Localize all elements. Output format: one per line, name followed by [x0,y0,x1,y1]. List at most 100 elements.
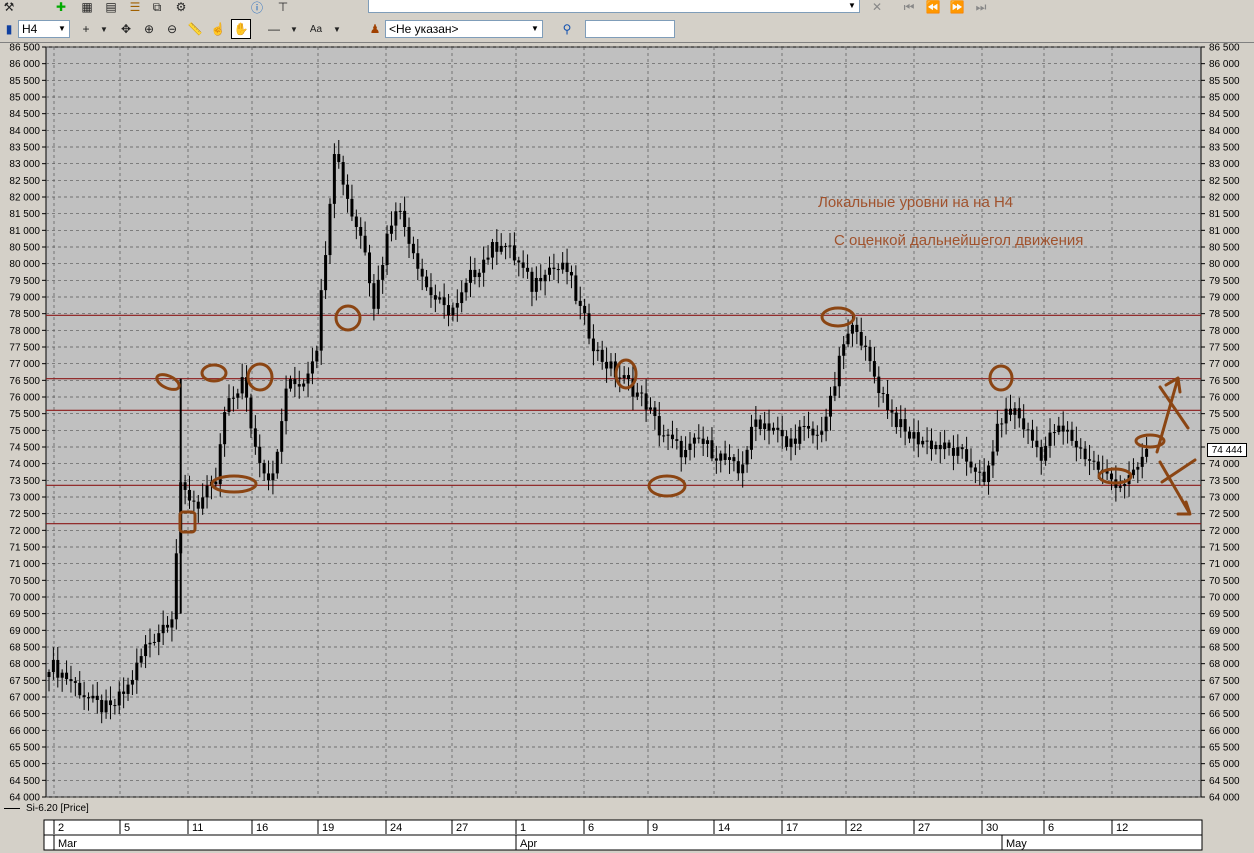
dropdown-arrow-icon[interactable]: ▼ [95,20,113,38]
x-tick-label: 27 [456,822,468,834]
price-chart[interactable]: 86 500 86 000 85 500 85 000 84 500 84 000 83 5… [0,42,1254,853]
candle-body [842,344,846,356]
candle-body [565,262,569,272]
y-tick-label: 67 500 [9,676,40,687]
y-tick-label: 65 500 [1209,743,1240,754]
candle-body [815,434,819,436]
next-icon[interactable]: ⏩ [948,0,966,16]
candle-body [297,384,301,387]
y-tick-label: 75 500 [1209,409,1240,420]
list-icon[interactable]: ☰ [126,0,144,16]
ruler-icon[interactable]: 📏 [186,20,204,38]
y-tick-label: 78 500 [1209,309,1240,320]
search-icon[interactable]: ⚲ [558,20,576,38]
candle-body [925,440,929,442]
instrument-combo[interactable]: ▼ [368,0,860,13]
zoom-in-icon[interactable]: ⊕ [140,20,158,38]
table-icon[interactable]: ▤ [102,0,120,16]
candle-body [684,449,688,458]
candle-body [1039,447,1043,461]
candle-body [464,282,468,293]
candle-body [363,235,367,253]
candle-body [376,279,380,309]
candle-body [855,324,859,332]
chart-window-icon[interactable]: ▦ [78,0,96,16]
line-tool-icon[interactable]: — [264,20,284,38]
prev-icon[interactable]: ⏪ [924,0,942,16]
pan-hand-icon[interactable]: ✋ [231,19,251,39]
account-select[interactable]: <Не указан> ▼ [385,20,543,38]
crosshair-icon[interactable]: + [77,20,95,38]
candle-body [504,245,508,247]
chart-type-icon[interactable]: ⧉ [148,0,166,16]
candle-body [640,392,644,394]
y-tick-label: 66 000 [1209,726,1240,737]
y-tick-label: 74 000 [9,459,40,470]
settings-icon[interactable]: ⚙ [172,0,190,16]
zoom-out-icon[interactable]: ⊖ [163,20,181,38]
candle-body [701,438,705,444]
candle-body [1118,486,1122,488]
y-tick-label: 65 500 [9,743,40,754]
candle-body [1131,469,1135,476]
tools-icon[interactable]: ⚒ [0,0,18,16]
candle-body [697,437,701,439]
x-tick-label: 24 [390,822,402,834]
candle-body [534,277,538,292]
candle-body [846,333,850,345]
candle-body [306,373,310,384]
search-input[interactable] [585,20,675,38]
candle-body [591,338,595,352]
candle-body [411,243,415,254]
candle-body [429,287,433,296]
candle-body [403,210,407,228]
candle-body [350,198,354,217]
bar-chart-icon[interactable]: ▮ [0,20,18,38]
candle-body [223,412,227,445]
candle-body [451,307,455,316]
y-tick-label: 76 000 [1209,393,1240,404]
candle-body [872,361,876,377]
user-icon: ♟ [369,22,381,36]
candle-body [47,672,51,677]
candle-body [837,355,841,387]
x-tick-label: 11 [192,822,203,834]
candle-body [754,419,758,427]
candle-body [1004,408,1008,424]
candle-body [807,425,811,429]
add-icon[interactable]: ✚ [52,0,70,16]
candle-body [126,684,130,694]
last-icon[interactable]: ⏭ [972,0,990,16]
font-dropdown-icon[interactable]: ▼ [328,20,346,38]
candle-body [122,691,126,694]
series-label: Si-6.20 [Price] [26,803,89,814]
candle-body [187,489,191,501]
candle-body [824,416,828,432]
candle-body [965,449,969,462]
candle-body [1109,473,1113,480]
y-tick-label: 69 000 [1209,626,1240,637]
pin-icon[interactable]: ⊤ [274,0,292,16]
top-toolbar: ⚒ ✚ ▦ ▤ ☰ ⧉ ⚙ ⓘ ⊤ ▼ ✕ ⏮ ⏪ ⏩ ⏭ [0,0,1254,17]
y-tick-label: 78 000 [1209,326,1240,337]
y-tick-label: 67 500 [1209,676,1240,687]
close-icon[interactable]: ✕ [868,0,886,16]
y-tick-label: 77 500 [9,343,40,354]
y-tick-label: 80 500 [9,243,40,254]
timeframe-select[interactable]: H4 ▼ [18,20,70,38]
line-dropdown-icon[interactable]: ▼ [285,20,303,38]
y-tick-label: 76 500 [9,376,40,387]
hand-icon[interactable]: ☝ [209,20,227,38]
candle-body [859,331,863,346]
candle-body [302,383,306,387]
info-icon[interactable]: ⓘ [248,0,266,16]
candle-body [258,446,262,463]
y-tick-label: 72 000 [1209,526,1240,537]
y-tick-label: 85 500 [9,76,40,87]
y-tick-label: 69 500 [9,609,40,620]
move-icon[interactable]: ✥ [117,20,135,38]
annotation-text-1: Локальные уровни на на Н4 [818,194,1013,211]
first-icon[interactable]: ⏮ [900,0,918,16]
font-button[interactable]: Aa [305,20,327,38]
candle-body [56,659,60,678]
